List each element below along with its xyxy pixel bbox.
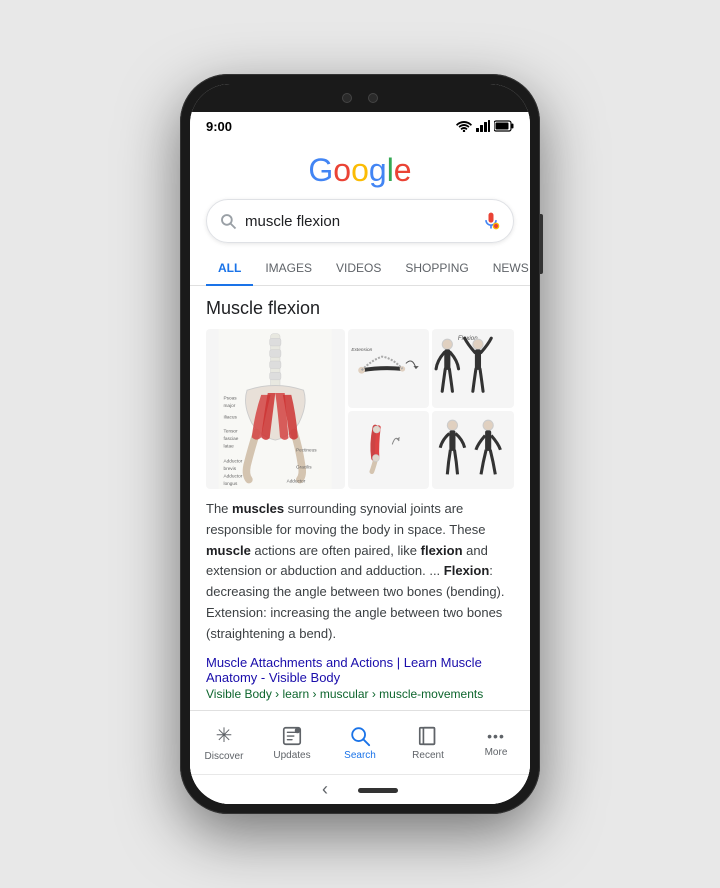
search-tabs: ALL IMAGES VIDEOS SHOPPING NEWS M bbox=[190, 251, 530, 286]
extension-image[interactable]: Extension bbox=[348, 329, 430, 408]
camera-left bbox=[342, 93, 352, 103]
search-bar[interactable]: muscle flexion bbox=[206, 199, 514, 243]
screen-content: Google muscle flexion bbox=[190, 140, 530, 804]
knee-flexion-image[interactable] bbox=[348, 411, 430, 490]
tab-news[interactable]: NEWS bbox=[481, 251, 530, 285]
nav-more[interactable]: ••• More bbox=[462, 728, 530, 758]
body-figures-2-image[interactable] bbox=[432, 411, 514, 490]
search-icon bbox=[219, 212, 237, 230]
camera-bar bbox=[190, 84, 530, 112]
phone-frame: 9:00 bbox=[180, 74, 540, 814]
tab-shopping[interactable]: SHOPPING bbox=[393, 251, 480, 285]
side-button bbox=[540, 214, 543, 274]
result-link[interactable]: Muscle Attachments and Actions | Learn M… bbox=[206, 655, 514, 685]
extension-svg: Extension bbox=[348, 343, 430, 394]
body-figures-svg: Flexion bbox=[432, 330, 514, 407]
image-grid: Psoas major Iliacus Tensor fasciae latae… bbox=[206, 329, 514, 489]
updates-icon bbox=[281, 725, 303, 747]
google-header: Google muscle flexion bbox=[190, 140, 530, 251]
svg-text:Extension: Extension bbox=[351, 347, 372, 353]
recent-icon bbox=[417, 725, 439, 747]
main-anatomy-image[interactable]: Psoas major Iliacus Tensor fasciae latae… bbox=[206, 329, 345, 489]
nav-recent[interactable]: Recent bbox=[394, 725, 462, 761]
tab-all[interactable]: ALL bbox=[206, 251, 253, 285]
tab-images[interactable]: IMAGES bbox=[253, 251, 324, 285]
svg-text:Psoas: Psoas bbox=[224, 396, 238, 401]
image-column-2: Flexion bbox=[432, 329, 514, 489]
image-column: Extension bbox=[348, 329, 430, 489]
nav-discover[interactable]: ✳ Discover bbox=[190, 723, 258, 762]
knowledge-card: Muscle flexion bbox=[190, 286, 530, 710]
nav-updates-label: Updates bbox=[273, 750, 310, 761]
svg-text:Adductor: Adductor bbox=[287, 478, 306, 483]
back-bar: ‹ bbox=[190, 774, 530, 804]
svg-text:Pectineus: Pectineus bbox=[296, 447, 317, 452]
discover-icon: ✳ bbox=[216, 723, 233, 748]
status-icons bbox=[456, 120, 514, 132]
card-title: Muscle flexion bbox=[206, 298, 514, 319]
nav-recent-label: Recent bbox=[412, 750, 444, 761]
svg-text:longus: longus bbox=[224, 481, 238, 486]
battery-icon bbox=[494, 120, 514, 132]
nav-discover-label: Discover bbox=[205, 751, 244, 762]
status-time: 9:00 bbox=[206, 119, 232, 134]
home-pill[interactable] bbox=[358, 788, 398, 793]
svg-text:Gracilis: Gracilis bbox=[296, 464, 312, 469]
camera-right bbox=[368, 93, 378, 103]
results-area[interactable]: Muscle flexion bbox=[190, 286, 530, 710]
nav-more-label: More bbox=[485, 747, 508, 758]
svg-text:latae: latae bbox=[224, 444, 235, 449]
svg-text:fasciae: fasciae bbox=[224, 436, 239, 441]
google-logo: Google bbox=[308, 152, 411, 189]
phone-screen: 9:00 bbox=[190, 84, 530, 804]
search-query: muscle flexion bbox=[237, 213, 481, 230]
search-nav-icon bbox=[349, 725, 371, 747]
microphone-icon[interactable] bbox=[481, 211, 501, 231]
bottom-nav: ✳ Discover Updates Search bbox=[190, 710, 530, 774]
svg-text:brevis: brevis bbox=[224, 466, 237, 471]
svg-text:major: major bbox=[224, 403, 236, 408]
body-figures-image[interactable]: Flexion bbox=[432, 329, 514, 408]
nav-search-label: Search bbox=[344, 750, 376, 761]
svg-text:Iliacus: Iliacus bbox=[224, 414, 238, 419]
svg-text:Adductor: Adductor bbox=[224, 459, 243, 464]
tab-videos[interactable]: VIDEOS bbox=[324, 251, 393, 285]
status-bar: 9:00 bbox=[190, 112, 530, 140]
nav-updates[interactable]: Updates bbox=[258, 725, 326, 761]
card-description: The muscles surrounding synovial joints … bbox=[206, 499, 514, 645]
signal-icon bbox=[476, 120, 490, 132]
more-icon: ••• bbox=[487, 728, 505, 744]
svg-text:Adductor: Adductor bbox=[224, 474, 243, 479]
wifi-icon bbox=[456, 120, 472, 132]
knee-svg bbox=[348, 424, 430, 475]
body-figures-2-svg bbox=[432, 411, 514, 488]
back-arrow-icon[interactable]: ‹ bbox=[322, 779, 328, 799]
svg-text:Tensor: Tensor bbox=[224, 429, 239, 434]
result-breadcrumb: Visible Body › learn › muscular › muscle… bbox=[206, 687, 514, 701]
hip-anatomy-svg: Psoas major Iliacus Tensor fasciae latae… bbox=[206, 329, 345, 489]
nav-search[interactable]: Search bbox=[326, 725, 394, 761]
